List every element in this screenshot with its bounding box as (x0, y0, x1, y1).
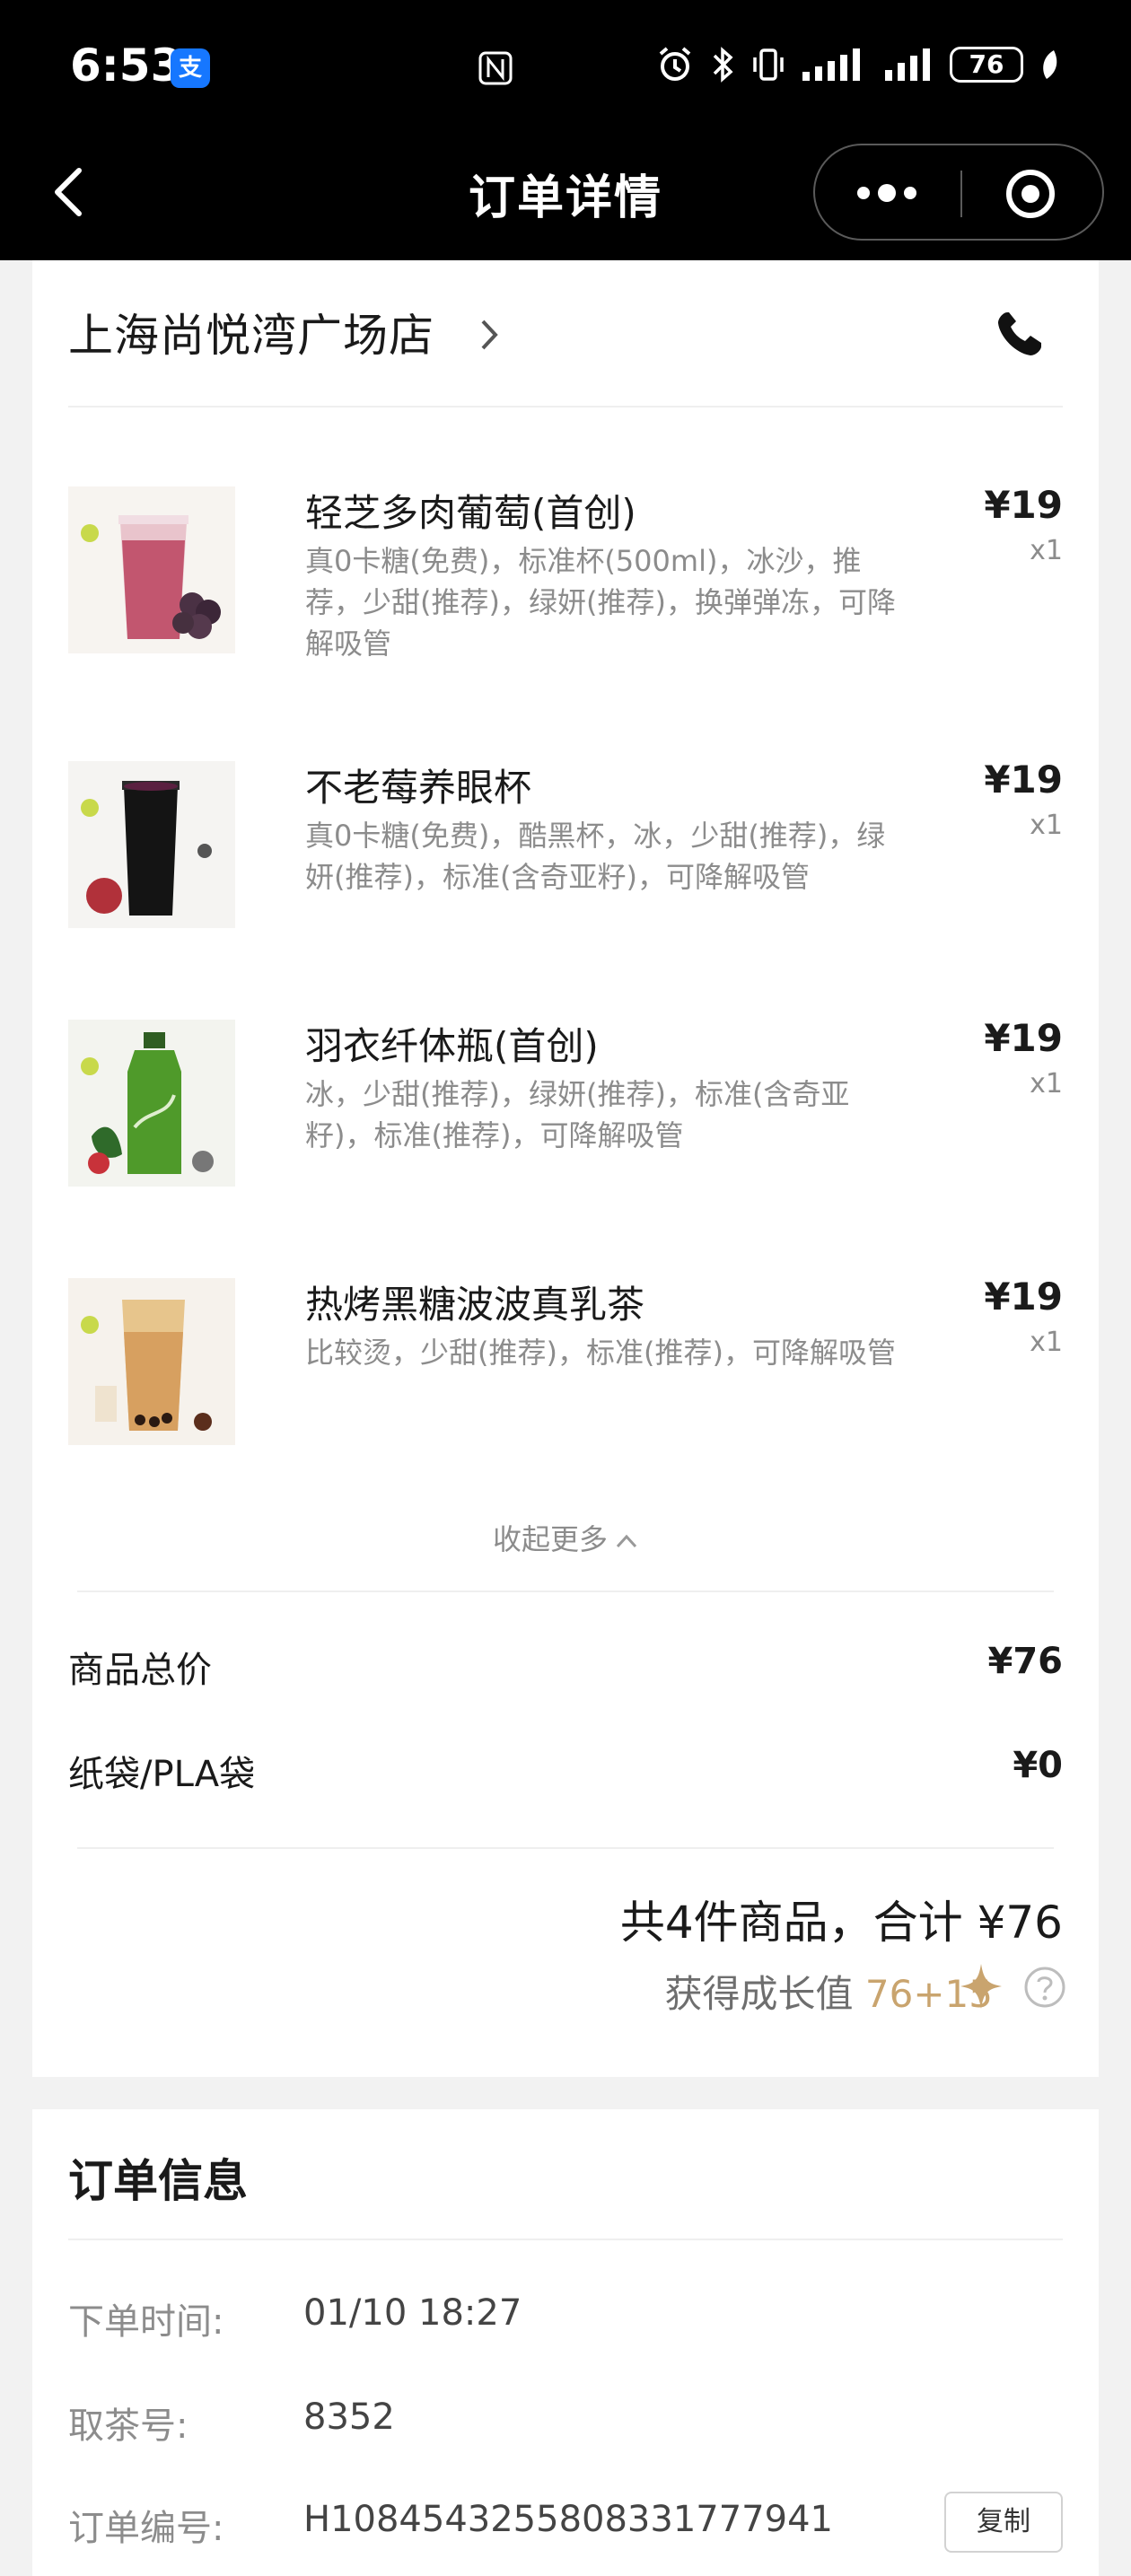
item-name: 热烤黑糖波波真乳茶 (305, 1283, 645, 1327)
item-price: ¥19 (984, 758, 1063, 802)
order-item[interactable]: 不老莓养眼杯 真0卡糖(免费)，酷黑杯，冰，少甜(推荐)，绿妍(推荐)，标准(含… (68, 758, 1063, 959)
divider (77, 1847, 1054, 1849)
sparkle-icon (960, 1964, 1002, 2009)
item-price: ¥19 (984, 1275, 1063, 1319)
store-row[interactable]: 上海尚悦湾广场店 (68, 296, 1063, 368)
pickup-number-value: 8352 (303, 2396, 395, 2438)
order-total: 共4件商品，合计 ¥76 (619, 1897, 1063, 1949)
item-price: ¥19 (984, 483, 1063, 527)
pickup-number-label: 取茶号: (68, 2405, 188, 2447)
capsule-divider (960, 171, 962, 217)
vibrate-icon (753, 48, 784, 81)
alarm-icon (659, 47, 691, 81)
divider (68, 406, 1063, 407)
collapse-label: 收起更多 (492, 1522, 608, 1556)
goods-total-value: ¥76 (987, 1641, 1064, 1682)
product-image (68, 761, 235, 928)
product-image (68, 486, 235, 653)
order-number-label: 订单编号: (68, 2508, 224, 2549)
order-time-value: 01/10 18:27 (303, 2292, 522, 2334)
item-options: 真0卡糖(免费)，标准杯(500ml)，冰沙，推荐，少甜(推荐)，绿妍(推荐)，… (305, 544, 896, 661)
alipay-icon: 支 (171, 48, 210, 88)
order-item[interactable]: 热烤黑糖波波真乳茶 比较烫，少甜(推荐)，标准(推荐)，可降解吸管 ¥19 x1 (68, 1275, 1063, 1476)
order-info-title: 订单信息 (68, 2155, 248, 2207)
nfc-icon (478, 51, 513, 85)
chevron-right-icon (481, 320, 498, 350)
item-quantity: x1 (1030, 535, 1063, 566)
item-quantity: x1 (1030, 1068, 1063, 1100)
item-quantity: x1 (1030, 810, 1063, 841)
growth-label: 获得成长值 (664, 1972, 854, 2016)
collapse-button[interactable]: 收起更多 (32, 1517, 1099, 1558)
item-options: 冰，少甜(推荐)，绿妍(推荐)，标准(含奇亚籽)，标准(推荐)，可降解吸管 (305, 1077, 850, 1152)
product-image (68, 1020, 235, 1187)
growth-points: 获得成长值 76+15 (665, 1964, 993, 2019)
close-mini-program-icon[interactable] (1005, 169, 1056, 219)
product-image (68, 1278, 235, 1445)
order-item[interactable]: 羽衣纤体瓶(首创) 冰，少甜(推荐)，绿妍(推荐)，标准(含奇亚籽)，标准(推荐… (68, 1016, 1063, 1217)
goods-total-label: 商品总价 (68, 1650, 212, 1691)
bag-fee-value: ¥0 (1013, 1745, 1063, 1786)
item-quantity: x1 (1030, 1327, 1063, 1358)
order-time-label: 下单时间: (68, 2301, 224, 2343)
status-time: 6:53 (70, 39, 182, 92)
divider (77, 1590, 1054, 1592)
item-name: 轻芝多肉葡萄(首创) (305, 491, 636, 535)
divider (68, 2239, 1063, 2240)
top-bar: 6:53 支 76 订单详情 (0, 0, 1131, 260)
help-icon[interactable] (1023, 1966, 1066, 2009)
signal-icon-1 (802, 48, 860, 81)
more-menu-button[interactable] (851, 172, 923, 214)
leaf-icon (1043, 50, 1057, 79)
chevron-up-icon (616, 1534, 637, 1548)
order-item[interactable]: 轻芝多肉葡萄(首创) 真0卡糖(免费)，标准杯(500ml)，冰沙，推荐，少甜(… (68, 483, 1063, 684)
battery-indicator: 76 (950, 47, 1023, 83)
phone-icon[interactable] (995, 309, 1045, 359)
signal-icon-2 (885, 48, 930, 81)
order-number-value: H108454325580833177794​1 (303, 2499, 833, 2540)
status-icons: 76 (655, 45, 1061, 84)
bag-fee-label: 纸袋/PLA袋 (68, 1754, 256, 1795)
bluetooth-icon (713, 47, 733, 83)
item-name: 不老莓养眼杯 (305, 766, 532, 810)
order-info-card: 订单信息 下单时间: 01/10 18:27 取茶号: 8352 订单编号: H… (32, 2109, 1099, 2576)
item-options: 真0卡糖(免费)，酷黑杯，冰，少甜(推荐)，绿妍(推荐)，标准(含奇亚籽)，可降… (305, 819, 886, 894)
item-price: ¥19 (984, 1016, 1063, 1060)
item-name: 羽衣纤体瓶(首创) (305, 1024, 599, 1068)
item-options: 比较烫，少甜(推荐)，标准(推荐)，可降解吸管 (305, 1336, 896, 1370)
store-name[interactable]: 上海尚悦湾广场店 (68, 300, 434, 364)
order-items-card: 上海尚悦湾广场店 轻芝多肉葡萄(首创) 真0卡糖(免费)，标准杯(500ml)，… (32, 260, 1099, 2077)
mini-program-capsule (813, 144, 1104, 241)
copy-button[interactable]: 复制 (944, 2492, 1063, 2553)
